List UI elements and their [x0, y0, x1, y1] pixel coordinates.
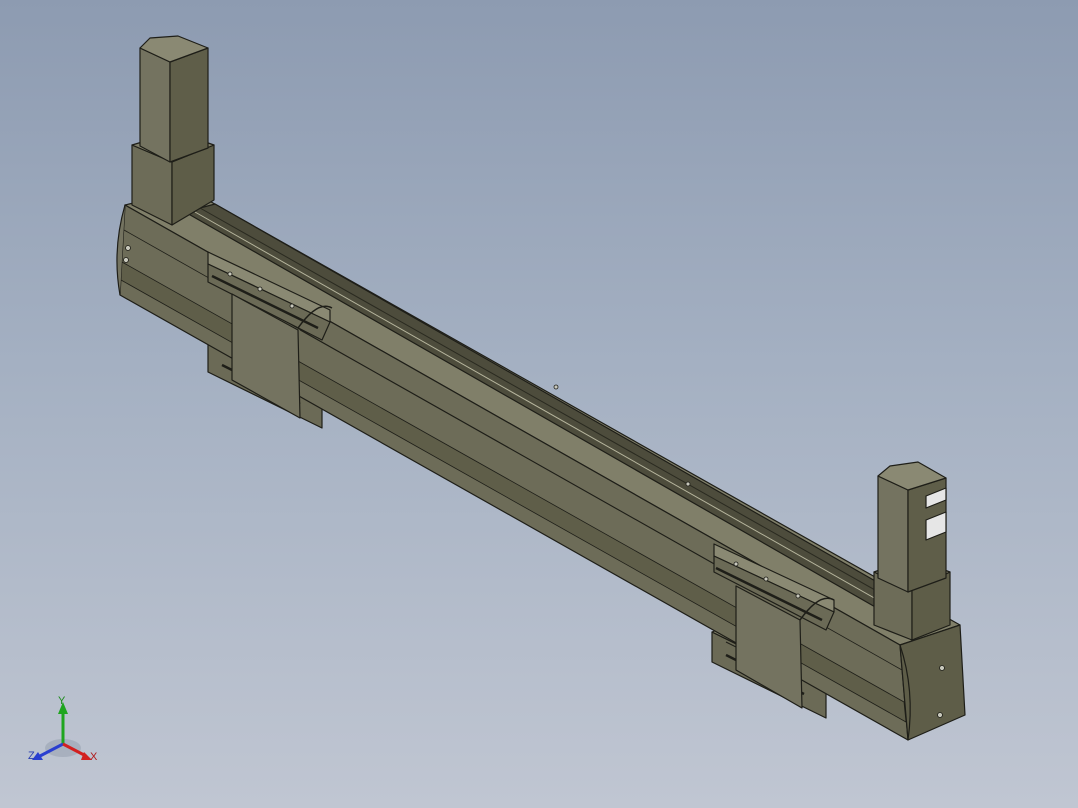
mounting-hole	[763, 576, 769, 582]
mounting-hole	[289, 303, 295, 309]
mounting-hole	[123, 257, 129, 263]
mounting-hole	[937, 712, 943, 718]
orientation-triad: Y Z X	[26, 694, 106, 774]
mounting-hole	[939, 665, 945, 671]
mounting-hole	[553, 384, 559, 390]
mounting-hole	[257, 286, 263, 292]
mounting-hole	[125, 245, 131, 251]
left-motor-body	[139, 47, 171, 163]
x-axis-label: X	[90, 751, 98, 763]
mounting-hole	[733, 561, 739, 567]
linear-actuator-model[interactable]	[0, 0, 1078, 808]
mounting-hole	[795, 593, 801, 599]
y-axis-label: Y	[58, 695, 66, 707]
mounting-hole	[227, 271, 233, 277]
graphics-viewport[interactable]: Y Z X	[0, 0, 1078, 808]
z-axis-label: Z	[28, 750, 35, 762]
mounting-hole	[685, 481, 691, 487]
right-motor-body	[877, 475, 909, 593]
